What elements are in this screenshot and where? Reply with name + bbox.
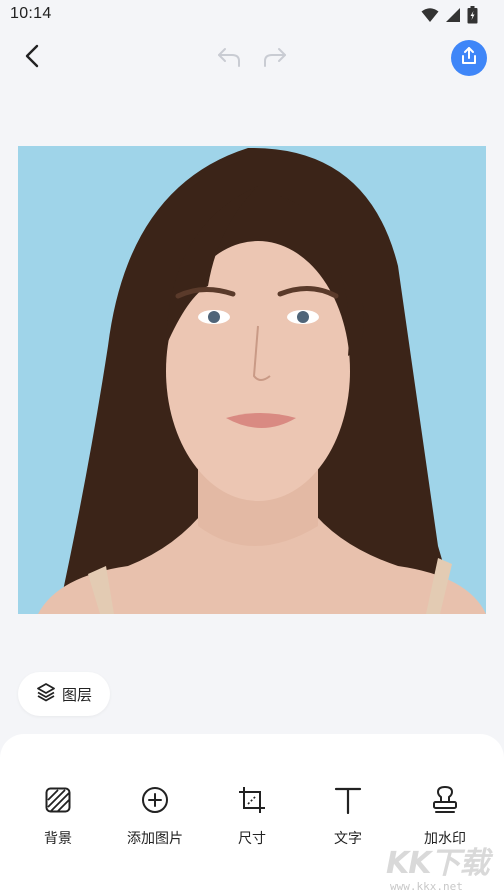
site-watermark: KK下载 www.kkx.net xyxy=(386,838,504,896)
add-circle-icon xyxy=(141,786,169,814)
stamp-icon xyxy=(431,786,459,814)
redo-button[interactable] xyxy=(258,42,292,76)
share-button[interactable] xyxy=(451,40,487,76)
tool-size[interactable]: 尺寸 xyxy=(212,786,292,856)
tool-text-label: 文字 xyxy=(334,830,362,846)
cellular-signal-icon xyxy=(445,7,461,23)
watermark-url: www.kkx.net xyxy=(390,880,463,893)
share-icon xyxy=(459,46,479,71)
undo-icon xyxy=(216,46,242,73)
layers-icon xyxy=(36,682,56,707)
tool-add-image-label: 添加图片 xyxy=(127,830,183,846)
tool-background[interactable]: 背景 xyxy=(18,786,98,856)
tool-size-label: 尺寸 xyxy=(238,830,266,846)
tool-background-label: 背景 xyxy=(44,830,72,846)
undo-button[interactable] xyxy=(212,42,246,76)
layers-button[interactable]: 图层 xyxy=(18,672,110,716)
app-bar xyxy=(0,36,504,82)
status-time: 10:14 xyxy=(10,5,52,22)
photo-canvas[interactable] xyxy=(18,146,486,614)
status-icons xyxy=(421,6,478,24)
crop-size-icon xyxy=(238,786,266,814)
background-pattern-icon xyxy=(44,786,72,814)
portrait-photo xyxy=(18,146,486,614)
back-arrow-icon xyxy=(22,44,42,73)
tool-add-image[interactable]: 添加图片 xyxy=(115,786,195,856)
layers-label: 图层 xyxy=(61,686,92,704)
tool-text[interactable]: 文字 xyxy=(308,786,388,856)
redo-icon xyxy=(262,46,288,73)
status-bar: 10:14 xyxy=(0,0,504,30)
text-icon xyxy=(334,786,362,815)
back-button[interactable] xyxy=(14,40,50,76)
battery-charging-icon xyxy=(467,6,478,24)
wifi-icon xyxy=(421,7,439,23)
watermark-logo: KK下载 xyxy=(386,846,489,881)
